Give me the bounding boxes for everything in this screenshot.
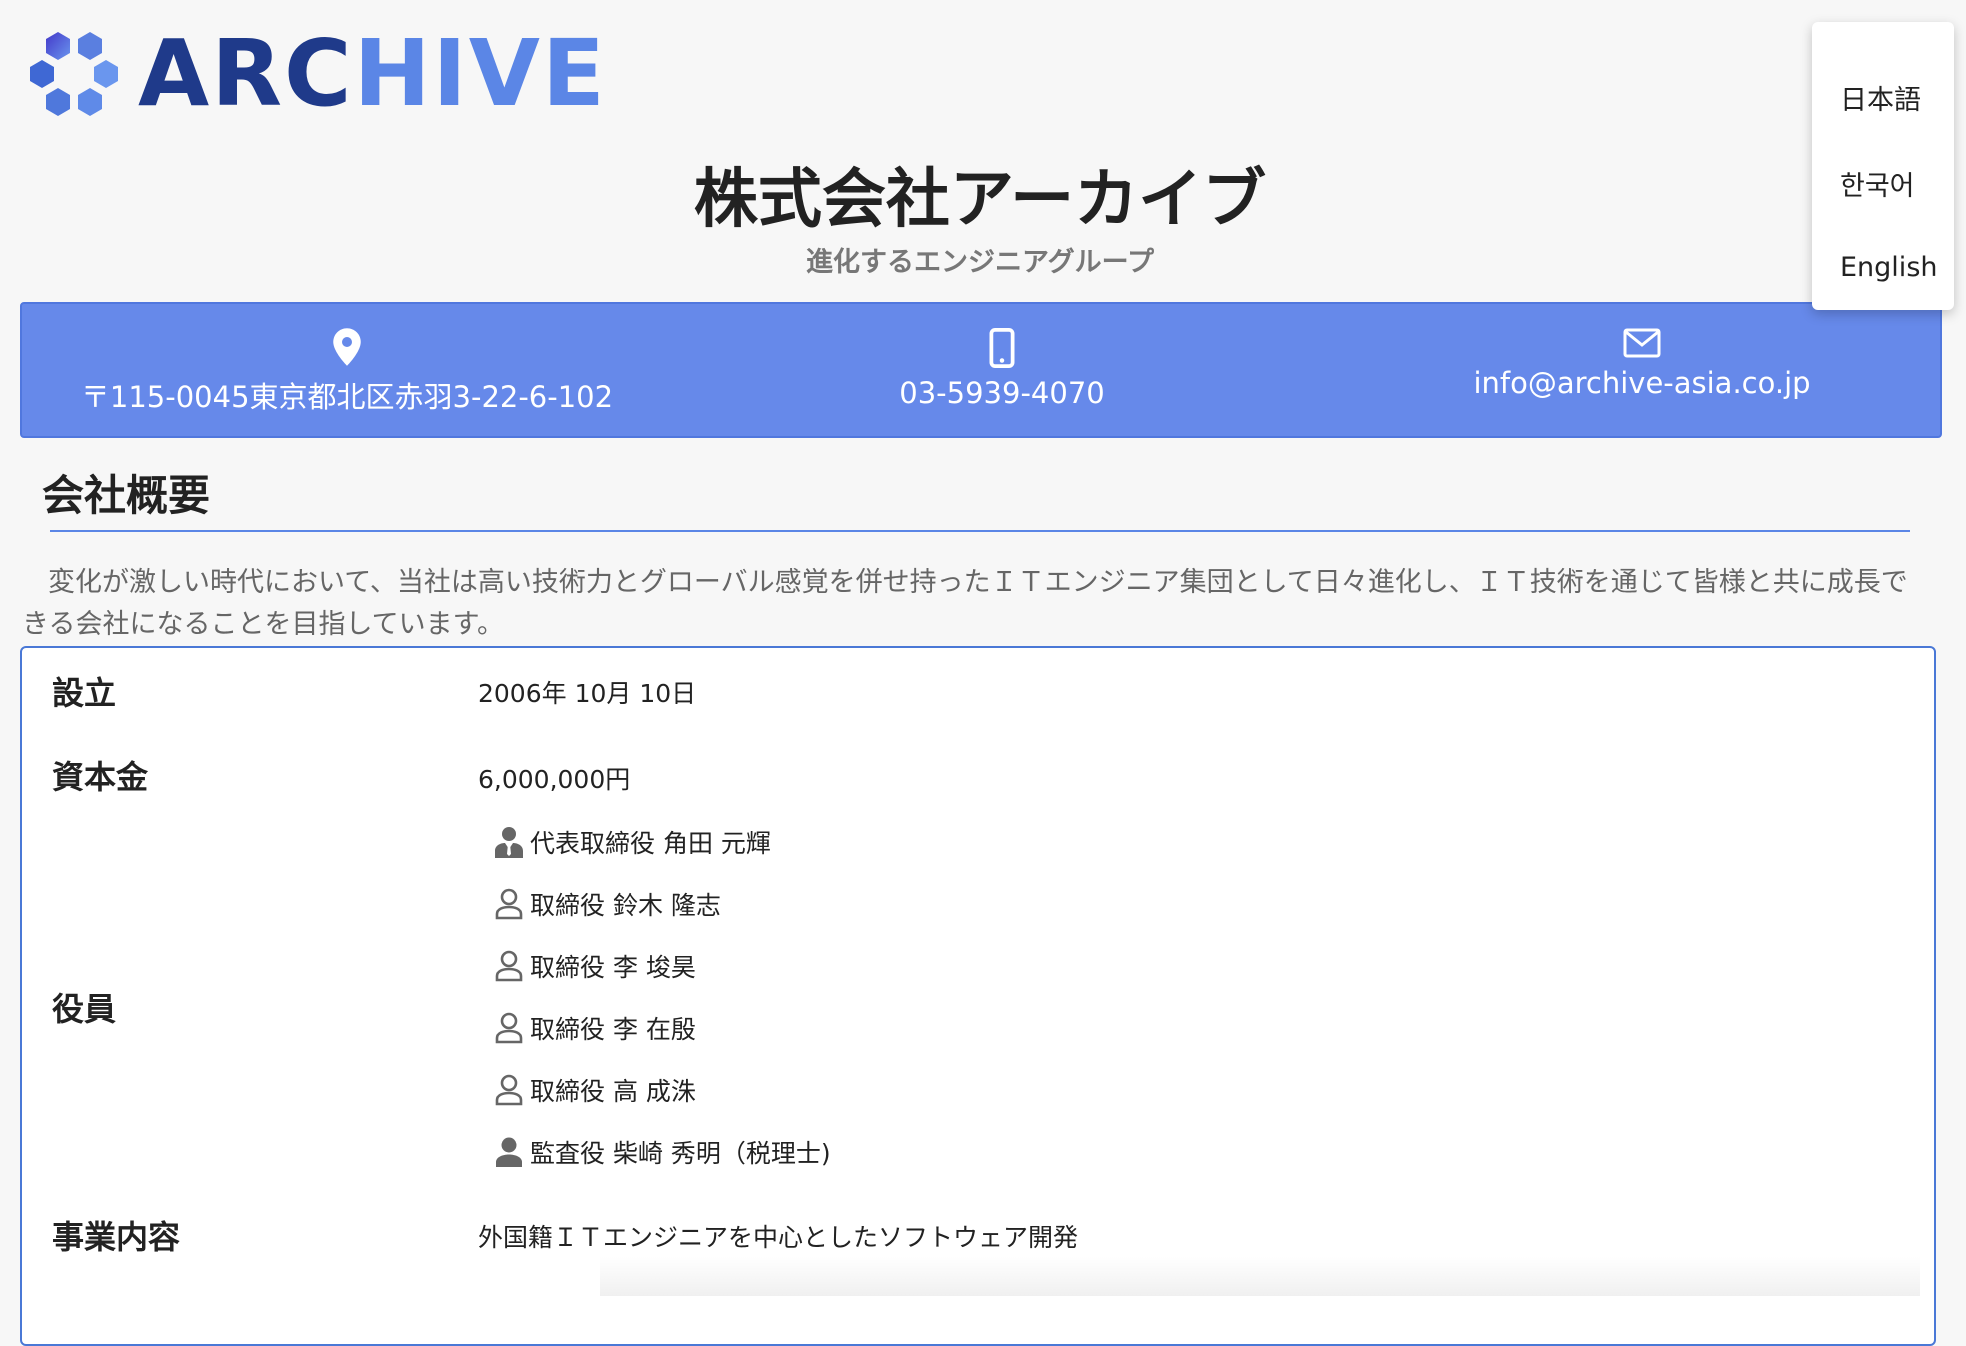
capital-label: 資本金 — [52, 758, 149, 796]
person-outline-icon — [495, 888, 523, 920]
archive-logo[interactable]: ARCHIVE — [28, 28, 607, 120]
officer-item: 取締役 鈴木 隆志 — [494, 884, 721, 924]
officer-item: 取締役 李 在殷 — [494, 1008, 696, 1048]
language-menu: 日本語 한국어 English — [1812, 22, 1954, 310]
officer-text: 取締役 鈴木 隆志 — [530, 891, 721, 920]
contact-address: 〒115-0045東京都北区赤羽3-22-6-102 — [62, 328, 632, 416]
company-tagline: 進化するエンジニアグループ — [805, 247, 1155, 278]
business-value: 外国籍ＩＴエンジニアを中心としたソフトウェア開発 — [478, 1223, 1079, 1252]
logo-wordmark: ARCHIVE — [138, 28, 607, 120]
contact-bar: 〒115-0045東京都北区赤羽3-22-6-102 03-5939-4070 … — [20, 302, 1942, 438]
officer-text: 取締役 李 在殷 — [530, 1015, 696, 1044]
established-value: 2006年 10月 10日 — [478, 679, 697, 708]
hexagon-cluster-icon — [30, 32, 118, 116]
envelope-icon — [1623, 328, 1661, 358]
person-outline-icon — [495, 1074, 523, 1106]
smartphone-icon — [989, 328, 1015, 368]
language-korean[interactable]: 한국어 — [1840, 164, 1915, 203]
language-english[interactable]: English — [1840, 252, 1938, 283]
officer-item: 代表取締役 角田 元輝 — [494, 822, 771, 862]
person-outline-icon — [495, 1012, 523, 1044]
section-divider — [50, 530, 1910, 532]
location-pin-icon — [333, 328, 361, 366]
scroll-shadow — [600, 1256, 1920, 1296]
officer-item: 取締役 李 埈昊 — [494, 946, 696, 986]
established-label: 設立 — [52, 674, 117, 712]
capital-value: 6,000,000円 — [478, 765, 631, 794]
officer-text: 取締役 李 埈昊 — [530, 953, 696, 982]
logo-text-dark: ARC — [138, 20, 354, 127]
address-text: 〒115-0045東京都北区赤羽3-22-6-102 — [80, 380, 614, 414]
officer-text: 監査役 柴崎 秀明（税理士) — [530, 1139, 831, 1168]
contact-phone: 03-5939-4070 — [702, 328, 1302, 410]
company-name: 株式会社アーカイブ — [693, 163, 1267, 237]
officer-item: 監査役 柴崎 秀明（税理士) — [494, 1132, 831, 1172]
officer-text: 代表取締役 角田 元輝 — [530, 829, 771, 858]
business-label: 事業内容 — [52, 1218, 181, 1256]
logo-text-light: HIVE — [353, 20, 607, 127]
officer-text: 取締役 高 成洙 — [530, 1077, 696, 1106]
businessman-icon — [495, 827, 523, 858]
officer-item: 取締役 高 成洙 — [494, 1070, 696, 1110]
person-outline-icon — [495, 950, 523, 982]
intro-paragraph: 変化が激しい時代において、当社は高い技術力とグローバル感覚を併せ持ったＩＴエンジ… — [22, 567, 1908, 640]
person-filled-icon — [496, 1137, 522, 1167]
language-japanese[interactable]: 日本語 — [1840, 78, 1921, 117]
email-link[interactable]: info@archive-asia.co.jp — [1473, 366, 1810, 400]
officers-label: 役員 — [52, 990, 117, 1028]
contact-email: info@archive-asia.co.jp — [1352, 328, 1932, 400]
phone-text[interactable]: 03-5939-4070 — [899, 376, 1104, 410]
section-heading: 会社概要 — [42, 471, 211, 520]
company-info-table: 設立 2006年 10月 10日 資本金 6,000,000円 役員 代表取締役… — [20, 646, 1936, 1346]
